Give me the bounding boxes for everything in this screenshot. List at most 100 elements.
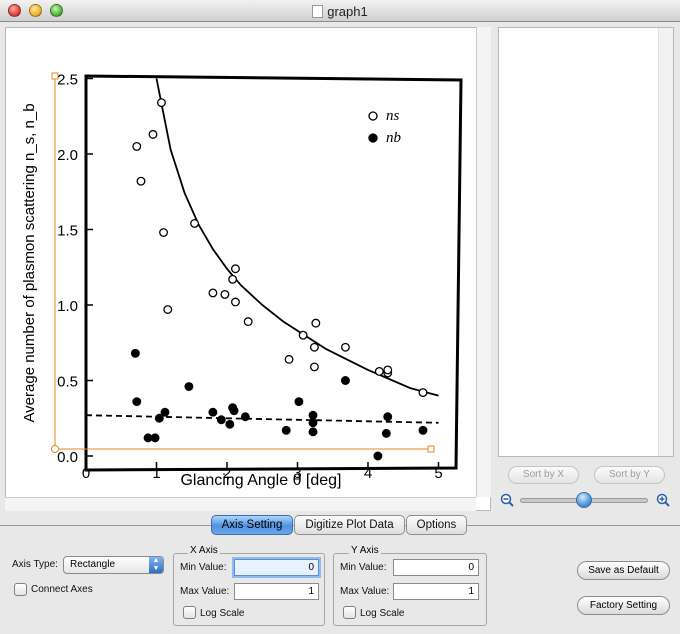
y-axis-label: Average number of plasmon scattering n_s… (21, 103, 38, 422)
nb-data-point (308, 418, 318, 428)
legend-label: nb (386, 130, 402, 146)
ns-data-point (190, 219, 200, 228)
ns-data-point (231, 264, 240, 274)
ns-data-point (309, 342, 319, 352)
y-log-scale-checkbox[interactable] (343, 606, 356, 619)
nb-data-point (308, 427, 318, 437)
y-tick-label: 0.5 (57, 374, 78, 391)
y-log-scale-label: Log Scale (360, 608, 405, 619)
nb-data-point (340, 376, 350, 385)
nb-data-point (281, 425, 291, 435)
y-tick-label: 1.0 (57, 298, 78, 315)
ns-data-point (159, 228, 168, 237)
plot-horizontal-scrollbar[interactable] (5, 497, 476, 511)
x-max-handle[interactable] (427, 445, 435, 453)
axis-type-value: Rectangle (70, 559, 116, 570)
nb-data-point (160, 407, 170, 417)
ns-data-point (309, 362, 319, 372)
ns-data-point (243, 317, 253, 327)
data-point-list[interactable] (498, 27, 674, 457)
nb-data-point (383, 412, 393, 422)
ns-data-point (383, 365, 393, 375)
nb-data-point (229, 406, 239, 416)
connect-axes-checkbox[interactable] (14, 583, 27, 596)
plot-canvas[interactable]: Glancing Angle θ [deg] Average number of… (5, 27, 491, 511)
nb-data-point (150, 433, 160, 443)
ns-data-point (374, 366, 384, 376)
sort-by-y-button[interactable]: Sort by Y (594, 466, 665, 484)
axis-type-label: Axis Type: (12, 559, 58, 570)
y-min-input[interactable]: 0 (393, 559, 479, 576)
y-max-label: Max Value: (340, 586, 390, 597)
x-log-scale-label: Log Scale (200, 608, 245, 619)
sort-by-x-button[interactable]: Sort by X (508, 466, 579, 484)
nb-data-point (216, 415, 226, 425)
x-max-label: Max Value: (180, 586, 230, 597)
list-scrollbar[interactable] (658, 28, 673, 456)
plot-frame (84, 74, 463, 472)
zoom-out-icon[interactable] (500, 493, 514, 507)
nb-data-point (294, 397, 304, 407)
ns-data-point (311, 318, 321, 328)
x-max-input[interactable]: 1 (234, 583, 319, 600)
document-icon (312, 5, 324, 18)
y-tick-label: 2.0 (57, 147, 78, 164)
nb-data-point (132, 397, 142, 407)
nb-data-point (381, 428, 391, 438)
nb-data-point (208, 407, 218, 417)
chevron-updown-icon: ▲ ▼ (149, 557, 163, 573)
window-title-wrap: graph1 (0, 4, 680, 19)
x-log-scale-checkbox[interactable] (183, 606, 196, 619)
ns-data-point (163, 305, 173, 314)
tab-axis-setting[interactable]: Axis Setting (211, 515, 293, 535)
x-axis-group-title: X Axis (188, 545, 220, 556)
ns-data-point (340, 342, 350, 352)
legend-label: ns (386, 108, 400, 124)
connect-axes-label: Connect Axes (31, 584, 93, 595)
zoom-in-icon[interactable] (656, 493, 670, 507)
ns-data-point (231, 297, 240, 307)
ns-data-point (148, 129, 158, 139)
plot-image[interactable]: Glancing Angle θ [deg] Average number of… (6, 28, 476, 498)
ns-data-point (156, 98, 166, 108)
ns-data-point (228, 274, 238, 284)
zoom-slider-thumb[interactable] (576, 492, 592, 508)
ns-data-point (298, 330, 308, 340)
nb-data-point (240, 412, 250, 422)
y-tick-label: 1.5 (57, 223, 78, 240)
ns-data-point (220, 289, 230, 299)
nb-data-point (373, 451, 383, 461)
nb-data-point (418, 425, 428, 435)
axis-type-select[interactable]: Rectangle ▲ ▼ (63, 556, 164, 574)
y-min-label: Min Value: (340, 562, 387, 573)
legend: ns nb (368, 108, 402, 146)
nb-data-point (225, 419, 235, 429)
x-min-input[interactable]: 0 (234, 559, 319, 576)
y-tick-label: 0.0 (57, 449, 78, 466)
plot-vertical-scrollbar[interactable] (476, 27, 491, 497)
ns-data-point (132, 141, 142, 151)
y-tick-label: 2.5 (57, 72, 78, 89)
ns-data-point (418, 388, 428, 398)
factory-setting-button[interactable]: Factory Setting (577, 596, 670, 615)
legend-marker (368, 133, 378, 143)
tick-labels: 0 1 2 3 4 50.00.51.01.52.02.5 (57, 72, 443, 483)
save-as-default-button[interactable]: Save as Default (577, 561, 670, 580)
tab-options[interactable]: Options (406, 515, 467, 535)
y-max-input[interactable]: 1 (393, 583, 479, 600)
ns-fit-curve (155, 78, 439, 397)
ns-data-point (208, 288, 218, 298)
data-points (130, 98, 428, 461)
ns-data-point (284, 354, 294, 364)
x-axis-label: Glancing Angle θ [deg] (180, 472, 341, 489)
nb-data-point (130, 348, 140, 358)
y-axis-group-title: Y Axis (349, 545, 381, 556)
tab-digitize-plot-data[interactable]: Digitize Plot Data (294, 515, 405, 535)
window-title: graph1 (327, 4, 368, 19)
legend-marker (368, 111, 378, 121)
title-bar: graph1 (0, 0, 680, 22)
x-min-label: Min Value: (180, 562, 227, 573)
nb-data-point (308, 410, 318, 420)
nb-data-point (184, 382, 194, 391)
ns-data-point (136, 176, 146, 186)
